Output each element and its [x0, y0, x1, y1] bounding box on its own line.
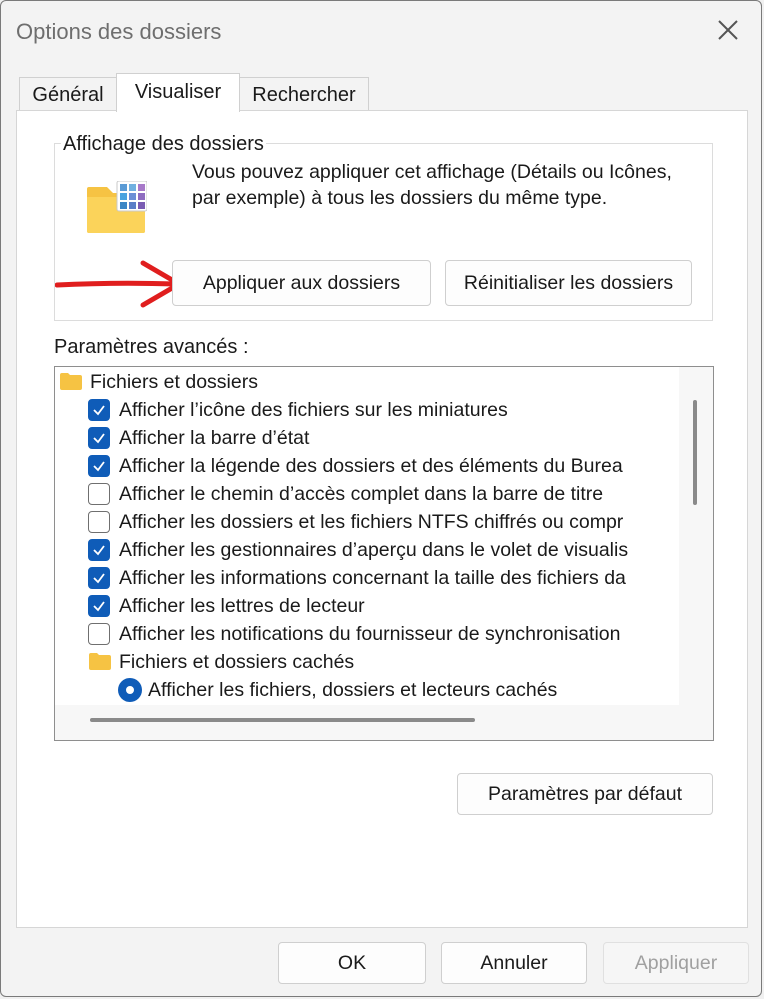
reset-folders-button[interactable]: Réinitialiser les dossiers	[445, 260, 692, 306]
checkbox-checked[interactable]	[88, 399, 110, 421]
tree-item-label: Afficher la légende des dossiers et des …	[119, 455, 623, 477]
folder-icon	[89, 653, 111, 670]
checkbox-checked[interactable]	[88, 595, 110, 617]
folder-view-group-title: Affichage des dossiers	[61, 133, 266, 156]
advanced-settings-label: Paramètres avancés :	[54, 336, 249, 358]
tab-general[interactable]: Général	[19, 77, 117, 111]
checkbox-checked[interactable]	[88, 539, 110, 561]
tree-item-label: Afficher les fichiers, dossiers et lecte…	[148, 679, 558, 701]
red-arrow-icon	[54, 259, 183, 309]
close-icon[interactable]	[713, 15, 743, 45]
checkmark-icon	[93, 545, 105, 556]
horizontal-scrollbar[interactable]	[90, 718, 475, 722]
checkmark-icon	[93, 461, 105, 472]
radio-selected[interactable]	[118, 678, 142, 702]
tree-item-label: Afficher les notifications du fournisseu…	[119, 623, 621, 645]
tree-item-label: Afficher le chemin d’accès complet dans …	[119, 483, 604, 505]
checkmark-icon	[93, 573, 105, 584]
advanced-settings-tree: Fichiers et dossiers Afficher l’icône de…	[54, 366, 714, 741]
ok-button[interactable]: OK	[278, 942, 426, 984]
checkbox-checked[interactable]	[88, 455, 110, 477]
tree-item-label: Afficher l’icône des fichiers sur les mi…	[119, 399, 508, 421]
tree-item-label: Fichiers et dossiers	[90, 371, 258, 393]
tree-item-label: Afficher la barre d’état	[119, 427, 310, 449]
checkbox-checked[interactable]	[88, 567, 110, 589]
restore-defaults-button[interactable]: Paramètres par défaut	[457, 773, 713, 815]
folder-view-icon	[87, 180, 148, 233]
tree-viewport: Fichiers et dossiers Afficher l’icône de…	[55, 367, 679, 705]
tree-item-label: Afficher les lettres de lecteur	[119, 595, 365, 617]
vertical-scrollbar[interactable]	[693, 400, 697, 505]
tab-visualiser[interactable]: Visualiser	[116, 73, 240, 112]
cancel-button[interactable]: Annuler	[441, 942, 587, 984]
checkbox-unchecked[interactable]	[88, 483, 110, 505]
tab-panel: Affichage des dossiers Vous pouvez appli…	[16, 110, 748, 928]
apply-button[interactable]: Appliquer	[603, 942, 749, 984]
tree-item-label: Afficher les informations concernant la …	[119, 567, 626, 589]
checkmark-icon	[93, 405, 105, 416]
folder-options-dialog: Options des dossiers Général Visualiser …	[0, 0, 762, 997]
checkmark-icon	[93, 601, 105, 612]
folder-view-description: Vous pouvez appliquer cet affichage (Dét…	[192, 161, 672, 209]
folder-icon	[60, 373, 82, 390]
apply-to-folders-button[interactable]: Appliquer aux dossiers	[172, 260, 431, 306]
tree-item-label: Afficher les gestionnaires d’aperçu dans…	[119, 539, 629, 561]
tree-item-label: Fichiers et dossiers cachés	[119, 651, 355, 673]
checkbox-unchecked[interactable]	[88, 511, 110, 533]
checkmark-icon	[93, 433, 105, 444]
tab-rechercher[interactable]: Rechercher	[239, 77, 369, 111]
window-title: Options des dossiers	[16, 19, 222, 44]
checkbox-checked[interactable]	[88, 427, 110, 449]
checkbox-unchecked[interactable]	[88, 623, 110, 645]
tree-item-label: Afficher les dossiers et les fichiers NT…	[119, 511, 624, 533]
